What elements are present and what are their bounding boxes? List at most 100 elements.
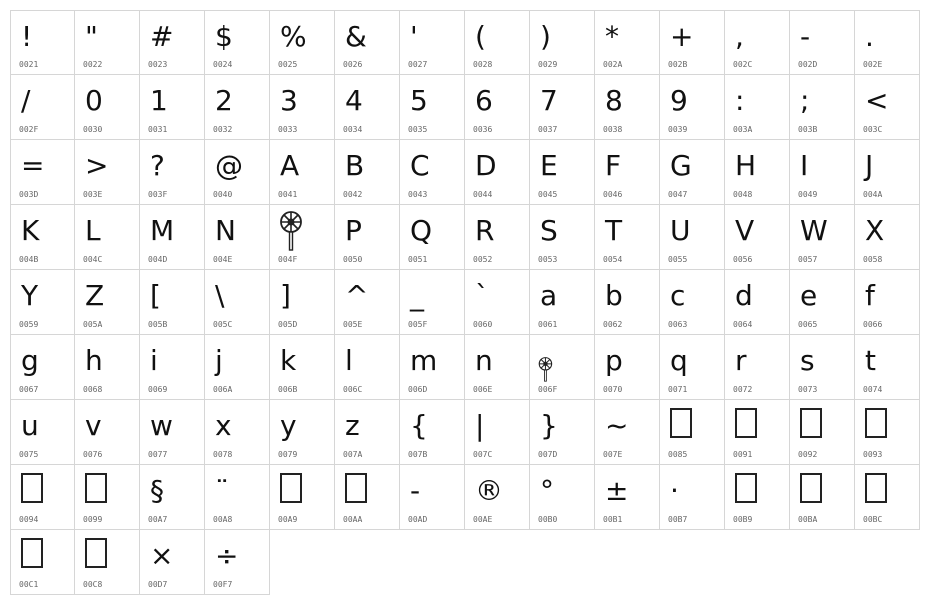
glyph-char: @: [215, 149, 243, 182]
glyph-char: 5: [410, 84, 428, 117]
glyph-cell: 0094: [10, 465, 75, 530]
glyph-code: 0075: [19, 450, 39, 459]
glyph-cell: m 006D: [400, 335, 465, 400]
missing-glyph-icon: [345, 473, 367, 503]
glyph-code: 006F: [538, 385, 558, 394]
glyph-code: 0071: [668, 385, 688, 394]
glyph-code: 0051: [408, 255, 428, 264]
glyph-cell: 00A9: [270, 465, 335, 530]
glyph-char: (: [475, 20, 486, 53]
glyph-code: 007E: [603, 450, 623, 459]
glyph-code: 006E: [473, 385, 493, 394]
missing-glyph-icon: [670, 408, 692, 438]
glyph-code: 005F: [408, 320, 428, 329]
glyph-cell: s 0073: [790, 335, 855, 400]
glyph-char: ¨: [215, 474, 229, 507]
glyph-char: r: [735, 344, 747, 377]
glyph-char: ®: [475, 474, 503, 507]
glyph-code: 0078: [213, 450, 233, 459]
missing-glyph-icon: [800, 408, 822, 438]
missing-glyph-icon: [735, 473, 757, 503]
glyph-cell: 5 0035: [400, 75, 465, 140]
glyph-char: :: [735, 84, 745, 117]
glyph-cell: 9 0039: [660, 75, 725, 140]
glyph-code: 006A: [213, 385, 233, 394]
glyph-cell: ] 005D: [270, 270, 335, 335]
glyph-code: 0093: [863, 450, 883, 459]
glyph-code: 004B: [19, 255, 39, 264]
missing-glyph-icon: [735, 408, 757, 438]
glyph-char: ;: [800, 84, 810, 117]
glyph-char: i: [150, 344, 158, 377]
glyph-cell: 00BC: [855, 465, 920, 530]
glyph-cell: q 0071: [660, 335, 725, 400]
glyph-char: ?: [150, 149, 165, 182]
glyph-cell: [005B: [140, 270, 205, 335]
glyph-cell: - 00AD: [400, 465, 465, 530]
glyph-code: 0053: [538, 255, 558, 264]
missing-glyph-icon: [21, 538, 43, 568]
glyph-code: 0034: [343, 125, 363, 134]
glyph-cell: 00BA: [790, 465, 855, 530]
glyph-cell: {007B: [400, 400, 465, 465]
glyph-char: $: [215, 20, 233, 53]
glyph-code: 0092: [798, 450, 818, 459]
glyph-cell: = 003D: [10, 140, 75, 205]
glyph-code: 0024: [213, 60, 233, 69]
glyph-char: [: [150, 279, 161, 312]
glyph-code: 0067: [19, 385, 39, 394]
glyph-char: V: [735, 214, 755, 247]
glyph-cell: ? 003F: [140, 140, 205, 205]
glyph-cell: 004F: [270, 205, 335, 270]
glyph-char: T: [605, 214, 623, 247]
glyph-code: 0099: [83, 515, 103, 524]
glyph-code: 0028: [473, 60, 493, 69]
glyph-cell: X 0058: [855, 205, 920, 270]
glyph-char: v: [85, 409, 102, 442]
glyph-cell: ; 003B: [790, 75, 855, 140]
glyph-cell: 2 0032: [205, 75, 270, 140]
glyph-char: X: [865, 214, 885, 247]
glyph-code: 00A7: [148, 515, 168, 524]
glyph-char: H: [735, 149, 757, 182]
glyph-char: _: [410, 279, 424, 312]
glyph-cell: 00B9: [725, 465, 790, 530]
glyph-cell: 3 0033: [270, 75, 335, 140]
glyph-cell: 0099: [75, 465, 140, 530]
glyph-cell: § 00A7: [140, 465, 205, 530]
glyph-cell: a 0061: [530, 270, 595, 335]
glyph-char: h: [85, 344, 103, 377]
glyph-cell: 0 0030: [75, 75, 140, 140]
glyph-code: 00A9: [278, 515, 298, 524]
glyph-code: 00F7: [213, 580, 233, 589]
glyph-cell: 00C1: [10, 530, 75, 595]
glyph-code: 006B: [278, 385, 298, 394]
glyph-char: U: [670, 214, 691, 247]
missing-glyph-icon: [865, 473, 887, 503]
glyph-char: y: [280, 409, 297, 442]
glyph-cell: _ 005F: [400, 270, 465, 335]
glyph-char: C: [410, 149, 430, 182]
glyph-cell: × 00D7: [140, 530, 205, 595]
glyph-cell: v 0076: [75, 400, 140, 465]
glyph-cell: c 0063: [660, 270, 725, 335]
glyph-cell: | 007C: [465, 400, 530, 465]
glyph-char: D: [475, 149, 497, 182]
glyph-char: p: [605, 344, 623, 377]
glyph-code: 003F: [148, 190, 168, 199]
glyph-cell: h 0068: [75, 335, 140, 400]
glyph-code: 006C: [343, 385, 363, 394]
glyph-cell: L 004C: [75, 205, 140, 270]
glyph-code: 0074: [863, 385, 883, 394]
glyph-code: 003C: [863, 125, 883, 134]
glyph-cell: 6 0036: [465, 75, 530, 140]
glyph-char: R: [475, 214, 495, 247]
glyph-code: 00BC: [863, 515, 883, 524]
glyph-cell: 00C8: [75, 530, 140, 595]
glyph-code: 0065: [798, 320, 818, 329]
glyph-cell: f 0066: [855, 270, 920, 335]
glyph-code: 0061: [538, 320, 558, 329]
glyph-code: 00AD: [408, 515, 428, 524]
glyph-char: S: [540, 214, 558, 247]
glyph-code: 00A8: [213, 515, 233, 524]
